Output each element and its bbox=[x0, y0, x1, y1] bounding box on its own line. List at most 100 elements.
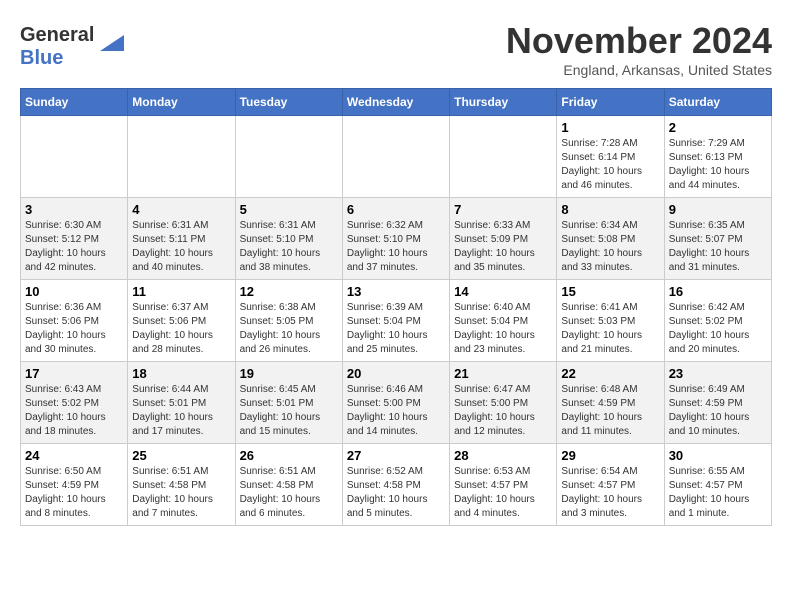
day-info: Sunrise: 6:33 AM Sunset: 5:09 PM Dayligh… bbox=[454, 219, 552, 275]
day-info: Sunrise: 7:28 AM Sunset: 6:14 PM Dayligh… bbox=[561, 137, 659, 193]
day-number: 16 bbox=[669, 284, 767, 299]
day-info: Sunrise: 6:30 AM Sunset: 5:12 PM Dayligh… bbox=[25, 219, 123, 275]
day-number: 27 bbox=[347, 448, 445, 463]
day-number: 25 bbox=[132, 448, 230, 463]
day-number: 12 bbox=[240, 284, 338, 299]
calendar-cell: 3 Sunrise: 6:30 AM Sunset: 5:12 PM Daylig… bbox=[21, 198, 128, 280]
calendar-cell: 13Sunrise: 6:39 AM Sunset: 5:04 PM Dayli… bbox=[342, 280, 449, 362]
day-info: Sunrise: 6:41 AM Sunset: 5:03 PM Dayligh… bbox=[561, 301, 659, 357]
day-number: 1 bbox=[561, 120, 659, 135]
day-info: Sunrise: 6:52 AM Sunset: 4:58 PM Dayligh… bbox=[347, 465, 445, 521]
day-number: 4 bbox=[132, 202, 230, 217]
calendar-cell: 2 Sunrise: 7:29 AM Sunset: 6:13 PM Daylig… bbox=[664, 116, 771, 198]
calendar: SundayMondayTuesdayWednesdayThursdayFrid… bbox=[20, 88, 772, 526]
day-number: 8 bbox=[561, 202, 659, 217]
calendar-cell bbox=[128, 116, 235, 198]
day-info: Sunrise: 6:35 AM Sunset: 5:07 PM Dayligh… bbox=[669, 219, 767, 275]
weekday-header: Saturday bbox=[664, 89, 771, 116]
day-info: Sunrise: 6:48 AM Sunset: 4:59 PM Dayligh… bbox=[561, 383, 659, 439]
day-info: Sunrise: 6:36 AM Sunset: 5:06 PM Dayligh… bbox=[25, 301, 123, 357]
calendar-cell: 20Sunrise: 6:46 AM Sunset: 5:00 PM Dayli… bbox=[342, 362, 449, 444]
day-number: 10 bbox=[25, 284, 123, 299]
day-number: 22 bbox=[561, 366, 659, 381]
header: General Blue November 2024 England, Arka… bbox=[20, 20, 772, 78]
day-info: Sunrise: 6:53 AM Sunset: 4:57 PM Dayligh… bbox=[454, 465, 552, 521]
day-info: Sunrise: 6:45 AM Sunset: 5:01 PM Dayligh… bbox=[240, 383, 338, 439]
day-info: Sunrise: 6:37 AM Sunset: 5:06 PM Dayligh… bbox=[132, 301, 230, 357]
day-number: 11 bbox=[132, 284, 230, 299]
day-info: Sunrise: 6:54 AM Sunset: 4:57 PM Dayligh… bbox=[561, 465, 659, 521]
day-info: Sunrise: 6:40 AM Sunset: 5:04 PM Dayligh… bbox=[454, 301, 552, 357]
calendar-cell: 23 Sunrise: 6:49 AM Sunset: 4:59 PM Dayli… bbox=[664, 362, 771, 444]
day-number: 30 bbox=[669, 448, 767, 463]
day-info: Sunrise: 6:44 AM Sunset: 5:01 PM Dayligh… bbox=[132, 383, 230, 439]
calendar-cell: 4Sunrise: 6:31 AM Sunset: 5:11 PM Daylig… bbox=[128, 198, 235, 280]
calendar-cell bbox=[235, 116, 342, 198]
calendar-cell: 22 Sunrise: 6:48 AM Sunset: 4:59 PM Dayli… bbox=[557, 362, 664, 444]
weekday-header: Friday bbox=[557, 89, 664, 116]
calendar-week: 1 Sunrise: 7:28 AM Sunset: 6:14 PM Daylig… bbox=[21, 116, 772, 198]
day-info: Sunrise: 6:31 AM Sunset: 5:10 PM Dayligh… bbox=[240, 219, 338, 275]
day-number: 26 bbox=[240, 448, 338, 463]
month-title: November 2024 bbox=[506, 20, 772, 62]
day-number: 5 bbox=[240, 202, 338, 217]
subtitle: England, Arkansas, United States bbox=[506, 62, 772, 78]
calendar-cell: 26 Sunrise: 6:51 AM Sunset: 4:58 PM Dayli… bbox=[235, 444, 342, 526]
calendar-week: 10 Sunrise: 6:36 AM Sunset: 5:06 PM Dayli… bbox=[21, 280, 772, 362]
day-info: Sunrise: 6:46 AM Sunset: 5:00 PM Dayligh… bbox=[347, 383, 445, 439]
day-info: Sunrise: 6:50 AM Sunset: 4:59 PM Dayligh… bbox=[25, 465, 123, 521]
day-info: Sunrise: 6:55 AM Sunset: 4:57 PM Dayligh… bbox=[669, 465, 767, 521]
day-number: 23 bbox=[669, 366, 767, 381]
calendar-week: 17 Sunrise: 6:43 AM Sunset: 5:02 PM Dayli… bbox=[21, 362, 772, 444]
weekday-header: Thursday bbox=[450, 89, 557, 116]
calendar-cell: 18 Sunrise: 6:44 AM Sunset: 5:01 PM Dayli… bbox=[128, 362, 235, 444]
day-number: 19 bbox=[240, 366, 338, 381]
calendar-cell: 15 Sunrise: 6:41 AM Sunset: 5:03 PM Dayli… bbox=[557, 280, 664, 362]
day-number: 17 bbox=[25, 366, 123, 381]
day-info: Sunrise: 7:29 AM Sunset: 6:13 PM Dayligh… bbox=[669, 137, 767, 193]
day-number: 14 bbox=[454, 284, 552, 299]
calendar-cell: 28 Sunrise: 6:53 AM Sunset: 4:57 PM Dayli… bbox=[450, 444, 557, 526]
logo: General Blue bbox=[20, 24, 124, 70]
calendar-week: 3 Sunrise: 6:30 AM Sunset: 5:12 PM Daylig… bbox=[21, 198, 772, 280]
calendar-cell: 12Sunrise: 6:38 AM Sunset: 5:05 PM Dayli… bbox=[235, 280, 342, 362]
title-area: November 2024 England, Arkansas, United … bbox=[506, 20, 772, 78]
calendar-header: SundayMondayTuesdayWednesdayThursdayFrid… bbox=[21, 89, 772, 116]
calendar-body: 1 Sunrise: 7:28 AM Sunset: 6:14 PM Daylig… bbox=[21, 116, 772, 526]
weekday-header: Monday bbox=[128, 89, 235, 116]
day-number: 21 bbox=[454, 366, 552, 381]
day-number: 15 bbox=[561, 284, 659, 299]
calendar-cell: 8 Sunrise: 6:34 AM Sunset: 5:08 PM Daylig… bbox=[557, 198, 664, 280]
day-number: 6 bbox=[347, 202, 445, 217]
calendar-cell: 19 Sunrise: 6:45 AM Sunset: 5:01 PM Dayli… bbox=[235, 362, 342, 444]
day-info: Sunrise: 6:49 AM Sunset: 4:59 PM Dayligh… bbox=[669, 383, 767, 439]
day-number: 3 bbox=[25, 202, 123, 217]
calendar-cell: 9 Sunrise: 6:35 AM Sunset: 5:07 PM Daylig… bbox=[664, 198, 771, 280]
weekday-header: Sunday bbox=[21, 89, 128, 116]
day-info: Sunrise: 6:51 AM Sunset: 4:58 PM Dayligh… bbox=[240, 465, 338, 521]
calendar-cell bbox=[450, 116, 557, 198]
weekday-header: Wednesday bbox=[342, 89, 449, 116]
calendar-cell: 17 Sunrise: 6:43 AM Sunset: 5:02 PM Dayli… bbox=[21, 362, 128, 444]
calendar-cell: 10 Sunrise: 6:36 AM Sunset: 5:06 PM Dayli… bbox=[21, 280, 128, 362]
calendar-cell: 6 Sunrise: 6:32 AM Sunset: 5:10 PM Daylig… bbox=[342, 198, 449, 280]
calendar-cell: 7Sunrise: 6:33 AM Sunset: 5:09 PM Daylig… bbox=[450, 198, 557, 280]
calendar-cell: 5 Sunrise: 6:31 AM Sunset: 5:10 PM Daylig… bbox=[235, 198, 342, 280]
calendar-cell: 16Sunrise: 6:42 AM Sunset: 5:02 PM Dayli… bbox=[664, 280, 771, 362]
calendar-cell: 1 Sunrise: 7:28 AM Sunset: 6:14 PM Daylig… bbox=[557, 116, 664, 198]
day-number: 9 bbox=[669, 202, 767, 217]
day-info: Sunrise: 6:39 AM Sunset: 5:04 PM Dayligh… bbox=[347, 301, 445, 357]
day-info: Sunrise: 6:32 AM Sunset: 5:10 PM Dayligh… bbox=[347, 219, 445, 275]
calendar-week: 24Sunrise: 6:50 AM Sunset: 4:59 PM Dayli… bbox=[21, 444, 772, 526]
calendar-cell: 29Sunrise: 6:54 AM Sunset: 4:57 PM Dayli… bbox=[557, 444, 664, 526]
calendar-cell: 21Sunrise: 6:47 AM Sunset: 5:00 PM Dayli… bbox=[450, 362, 557, 444]
calendar-cell: 14 Sunrise: 6:40 AM Sunset: 5:04 PM Dayli… bbox=[450, 280, 557, 362]
day-number: 2 bbox=[669, 120, 767, 135]
day-info: Sunrise: 6:43 AM Sunset: 5:02 PM Dayligh… bbox=[25, 383, 123, 439]
weekday-header: Tuesday bbox=[235, 89, 342, 116]
day-number: 18 bbox=[132, 366, 230, 381]
day-info: Sunrise: 6:51 AM Sunset: 4:58 PM Dayligh… bbox=[132, 465, 230, 521]
day-number: 28 bbox=[454, 448, 552, 463]
day-info: Sunrise: 6:34 AM Sunset: 5:08 PM Dayligh… bbox=[561, 219, 659, 275]
calendar-cell bbox=[21, 116, 128, 198]
